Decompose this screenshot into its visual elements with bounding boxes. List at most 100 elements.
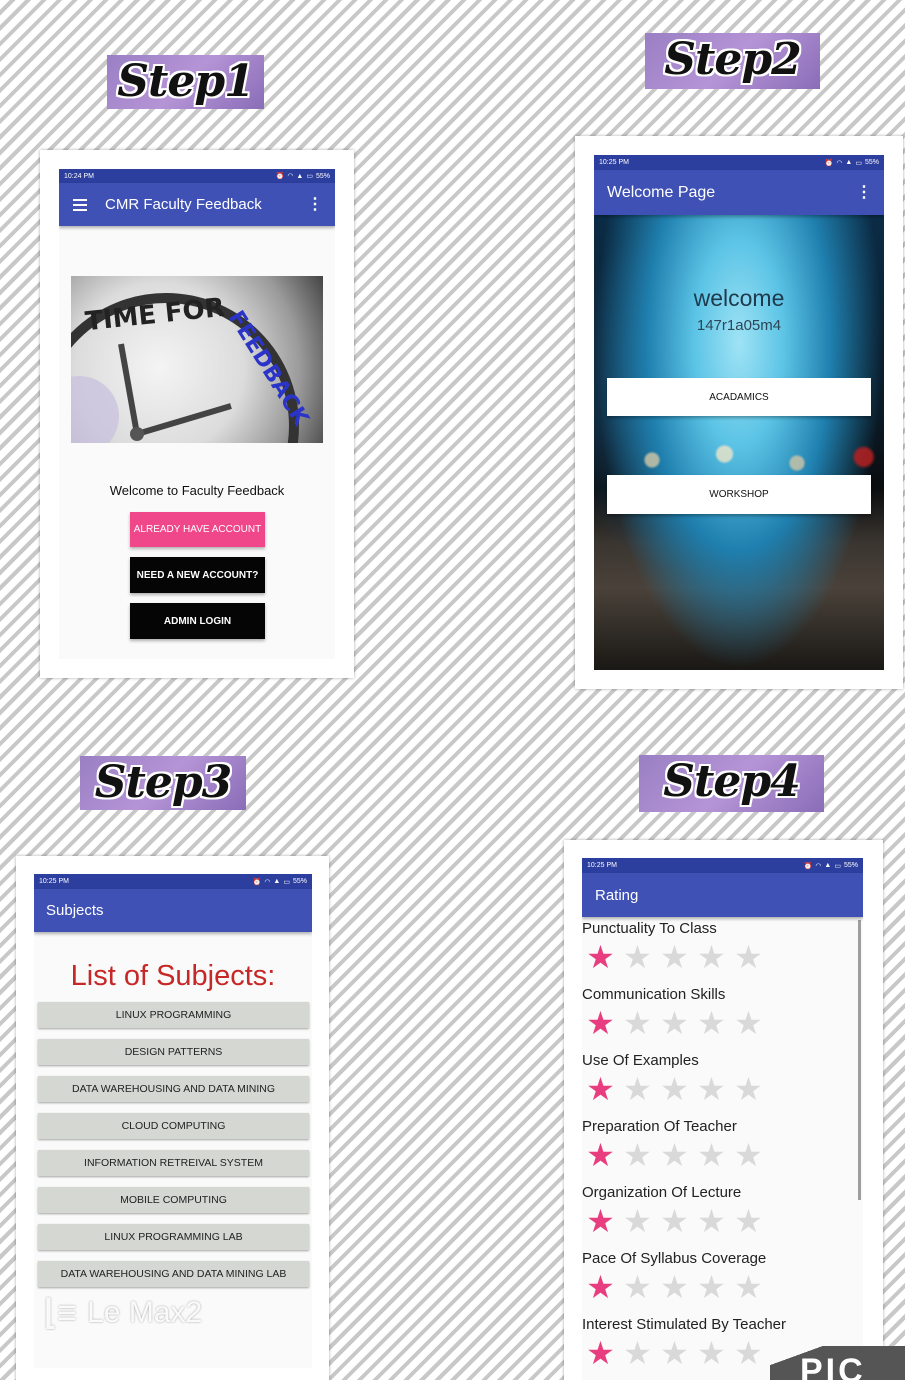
criterion-label: Punctuality To Class	[582, 920, 717, 937]
welcome-text: Welcome to Faculty Feedback	[109, 483, 285, 498]
subject-button[interactable]: DATA WAREHOUSING AND DATA MINING LAB	[38, 1261, 309, 1287]
alarm-icon: ⏰	[275, 173, 285, 180]
step3-label: Step3	[80, 756, 246, 810]
step4-card: 10:25 PM ⏰ ◠ ▲ ▭ 55% Rating Punctuality …	[564, 840, 883, 1380]
star-rating-bar[interactable]: ★ ★ ★ ★ ★	[584, 1336, 765, 1370]
signal-icon: ▲	[296, 172, 304, 180]
star-filled-icon[interactable]: ★	[584, 1204, 617, 1238]
app-bar: Welcome Page ⋮	[594, 170, 884, 215]
step1-label: Step1	[107, 55, 264, 109]
star-empty-icon[interactable]: ★	[658, 1270, 691, 1304]
subject-button[interactable]: LINUX PROGRAMMING	[38, 1002, 309, 1028]
app-title: Rating	[595, 886, 639, 904]
star-empty-icon[interactable]: ★	[732, 1072, 765, 1106]
star-rating-bar[interactable]: ★ ★ ★ ★ ★	[584, 1138, 765, 1172]
star-empty-icon[interactable]: ★	[621, 1072, 654, 1106]
criterion-label: Interest Stimulated By Teacher	[582, 1316, 786, 1333]
star-empty-icon[interactable]: ★	[621, 1006, 654, 1040]
signal-icon: ▲	[845, 159, 853, 166]
star-empty-icon[interactable]: ★	[695, 940, 728, 974]
star-empty-icon[interactable]: ★	[621, 1270, 654, 1304]
star-rating-bar[interactable]: ★ ★ ★ ★ ★	[584, 1270, 765, 1304]
criterion-label: Use Of Examples	[582, 1052, 699, 1069]
battery-icon: ▭	[834, 862, 841, 870]
subject-button[interactable]: MOBILE COMPUTING	[38, 1187, 309, 1213]
battery-level: 55%	[315, 172, 330, 180]
star-filled-icon[interactable]: ★	[584, 940, 617, 974]
app-bar: CMR Faculty Feedback ⋮	[59, 183, 335, 226]
subject-button[interactable]: CLOUD COMPUTING	[38, 1113, 309, 1139]
star-empty-icon[interactable]: ★	[732, 940, 765, 974]
star-filled-icon[interactable]: ★	[584, 1270, 617, 1304]
criterion-label: Organization Of Lecture	[582, 1184, 742, 1201]
overflow-menu-icon[interactable]: ⋮	[856, 184, 872, 201]
star-empty-icon[interactable]: ★	[621, 1204, 654, 1238]
star-empty-icon[interactable]: ★	[732, 1138, 765, 1172]
already-have-account-button[interactable]: ALREADY HAVE ACCOUNT	[130, 512, 265, 547]
status-time: 10:25 PM	[587, 862, 617, 869]
wifi-icon: ◠	[815, 862, 822, 870]
feedback-hero-image: TIME FOR FEEDBACK	[71, 276, 323, 443]
star-rating-bar[interactable]: ★ ★ ★ ★ ★	[584, 1006, 765, 1040]
app-title: Welcome Page	[607, 183, 716, 201]
star-empty-icon[interactable]: ★	[658, 1072, 691, 1106]
subjects-heading: List of Subjects:	[70, 960, 276, 992]
criterion-label: Communication Skills	[582, 986, 726, 1003]
star-rating-bar[interactable]: ★ ★ ★ ★ ★	[584, 1204, 765, 1238]
admin-login-button[interactable]: ADMIN LOGIN	[130, 603, 265, 639]
star-empty-icon[interactable]: ★	[732, 1270, 765, 1304]
star-empty-icon[interactable]: ★	[732, 1336, 765, 1370]
menu-icon[interactable]	[73, 198, 87, 211]
criterion-label: Pace Of Syllabus Coverage	[582, 1250, 767, 1267]
status-time: 10:24 PM	[64, 172, 94, 180]
star-rating-bar[interactable]: ★ ★ ★ ★ ★	[584, 1072, 765, 1106]
star-filled-icon[interactable]: ★	[584, 1006, 617, 1040]
app-bar: Subjects	[34, 889, 312, 932]
screen1: 10:24 PM ⏰ ◠ ▲ ▭ 55% CMR Faculty Feedbac…	[59, 169, 335, 659]
star-empty-icon[interactable]: ★	[658, 1204, 691, 1238]
status-time: 10:25 PM	[599, 159, 629, 166]
welcome-heading: welcome	[693, 285, 785, 311]
star-empty-icon[interactable]: ★	[695, 1336, 728, 1370]
star-empty-icon[interactable]: ★	[658, 1138, 691, 1172]
overflow-menu-icon[interactable]: ⋮	[307, 196, 323, 213]
workshop-button[interactable]: WORKSHOP	[607, 475, 871, 514]
star-empty-icon[interactable]: ★	[695, 1270, 728, 1304]
le-logo-icon: ⌊≡	[44, 1294, 78, 1332]
star-empty-icon[interactable]: ★	[695, 1072, 728, 1106]
star-empty-icon[interactable]: ★	[621, 1336, 654, 1370]
subject-button[interactable]: LINUX PROGRAMMING LAB	[38, 1224, 309, 1250]
star-empty-icon[interactable]: ★	[658, 940, 691, 974]
alarm-icon: ⏰	[803, 862, 813, 870]
star-empty-icon[interactable]: ★	[658, 1006, 691, 1040]
star-empty-icon[interactable]: ★	[732, 1204, 765, 1238]
step2-card: 10:25 PM ⏰ ◠ ▲ ▭ 55% Welcome Page ⋮ welc…	[575, 136, 903, 689]
scrollbar[interactable]	[858, 920, 861, 1200]
star-empty-icon[interactable]: ★	[658, 1336, 691, 1370]
star-empty-icon[interactable]: ★	[621, 940, 654, 974]
step4-label: Step4	[639, 755, 824, 812]
app-title: CMR Faculty Feedback	[105, 196, 262, 213]
star-filled-icon[interactable]: ★	[584, 1072, 617, 1106]
star-filled-icon[interactable]: ★	[584, 1138, 617, 1172]
subject-button[interactable]: DESIGN PATTERNS	[38, 1039, 309, 1065]
star-empty-icon[interactable]: ★	[695, 1138, 728, 1172]
wifi-icon: ◠	[836, 159, 843, 167]
star-rating-bar[interactable]: ★ ★ ★ ★ ★	[584, 940, 765, 974]
star-filled-icon[interactable]: ★	[584, 1336, 617, 1370]
academics-button[interactable]: ACADAMICS	[607, 378, 871, 416]
signal-icon: ▲	[824, 862, 832, 869]
step3-card: 10:25 PM ⏰ ◠ ▲ ▭ 55% Subjects List of Su…	[16, 856, 329, 1380]
subject-button[interactable]: DATA WAREHOUSING AND DATA MINING	[38, 1076, 309, 1102]
battery-level: 55%	[843, 862, 858, 869]
new-account-button[interactable]: NEED A NEW ACCOUNT?	[130, 557, 265, 593]
star-empty-icon[interactable]: ★	[732, 1006, 765, 1040]
device-watermark: ⌊≡ Le Max2	[44, 1296, 202, 1330]
battery-icon: ▭	[283, 878, 290, 886]
star-empty-icon[interactable]: ★	[621, 1138, 654, 1172]
status-bar: 10:25 PM ⏰ ◠ ▲ ▭ 55%	[582, 858, 863, 873]
subject-button[interactable]: INFORMATION RETREIVAL SYSTEM	[38, 1150, 309, 1176]
star-empty-icon[interactable]: ★	[695, 1006, 728, 1040]
star-empty-icon[interactable]: ★	[695, 1204, 728, 1238]
wifi-icon: ◠	[287, 173, 294, 180]
